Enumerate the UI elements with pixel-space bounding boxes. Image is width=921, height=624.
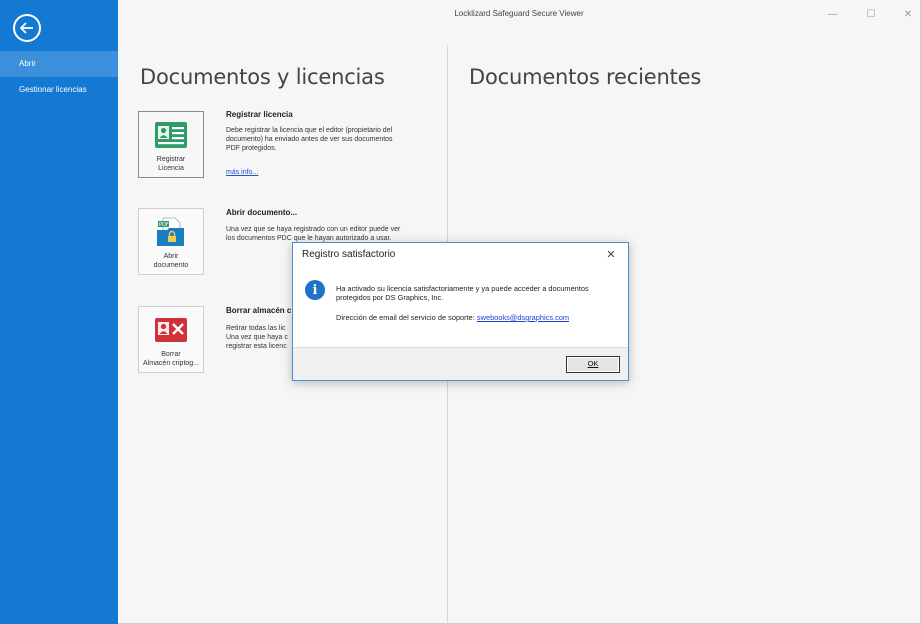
more-info-link[interactable]: más info... [226,169,258,176]
open-document-tile[interactable]: PDF Abrir documento [138,208,204,275]
section-title-recent-documents: Documentos recientes [469,65,702,89]
block-title-register: Registrar licencia [226,110,293,119]
block-desc-open: Una vez que se haya registrado con un ed… [226,226,401,242]
window-title: Locklizard Safeguard Secure Viewer [454,9,584,18]
sidebar: Abrir Gestionar licencias [0,0,118,624]
close-button[interactable]: ✕ [901,7,915,21]
support-line: Dirección de email del servicio de sopor… [336,313,569,322]
ok-label: OK [587,359,599,368]
dialog-close-icon[interactable]: ✕ [604,248,618,262]
delete-store-icon [155,318,187,342]
app-window: Abrir Gestionar licencias Locklizard Saf… [0,0,921,624]
dialog-title: Registro satisfactorio [302,249,396,260]
dialog-body: i Ha activado su licencia satisfactoriam… [293,268,628,348]
tile-label: Abrir documento [153,253,189,269]
sidebar-item-gestionar-licencias[interactable]: Gestionar licencias [0,77,118,103]
ok-button[interactable]: OK [566,356,620,373]
pdf-folder-lock-icon: PDF [157,217,184,246]
license-card-icon [155,122,187,148]
sidebar-item-abrir[interactable]: Abrir [0,51,118,77]
dialog-message: Ha activado su licencia satisfactoriamen… [336,284,589,302]
block-title-open: Abrir documento... [226,208,298,217]
registration-success-dialog: Registro satisfactorio ✕ i Ha activado s… [292,242,629,381]
minimize-button[interactable]: — [826,7,840,21]
support-label: Dirección de email del servicio de sopor… [336,313,475,322]
back-button[interactable] [13,14,41,42]
register-license-tile[interactable]: Registrar Licencia [138,111,204,178]
maximize-button[interactable]: ☐ [864,7,878,21]
block-desc-register: Debe registrar la licencia que el editor… [226,127,393,152]
info-icon: i [305,280,325,300]
tile-label: Registrar Licencia [156,156,186,172]
support-email-link[interactable]: swebooks@dsgraphics.com [477,313,569,322]
section-title-documentos-licencias: Documentos y licencias [140,65,385,89]
block-title-clear: Borrar almacén c [226,306,292,315]
arrow-left-icon [20,22,33,34]
clear-store-tile[interactable]: Borrar Almacén criptog... [138,306,204,373]
tile-label: Borrar Almacén criptog... [142,351,200,367]
svg-text:PDF: PDF [159,222,169,228]
dialog-header: Registro satisfactorio ✕ [293,243,628,268]
